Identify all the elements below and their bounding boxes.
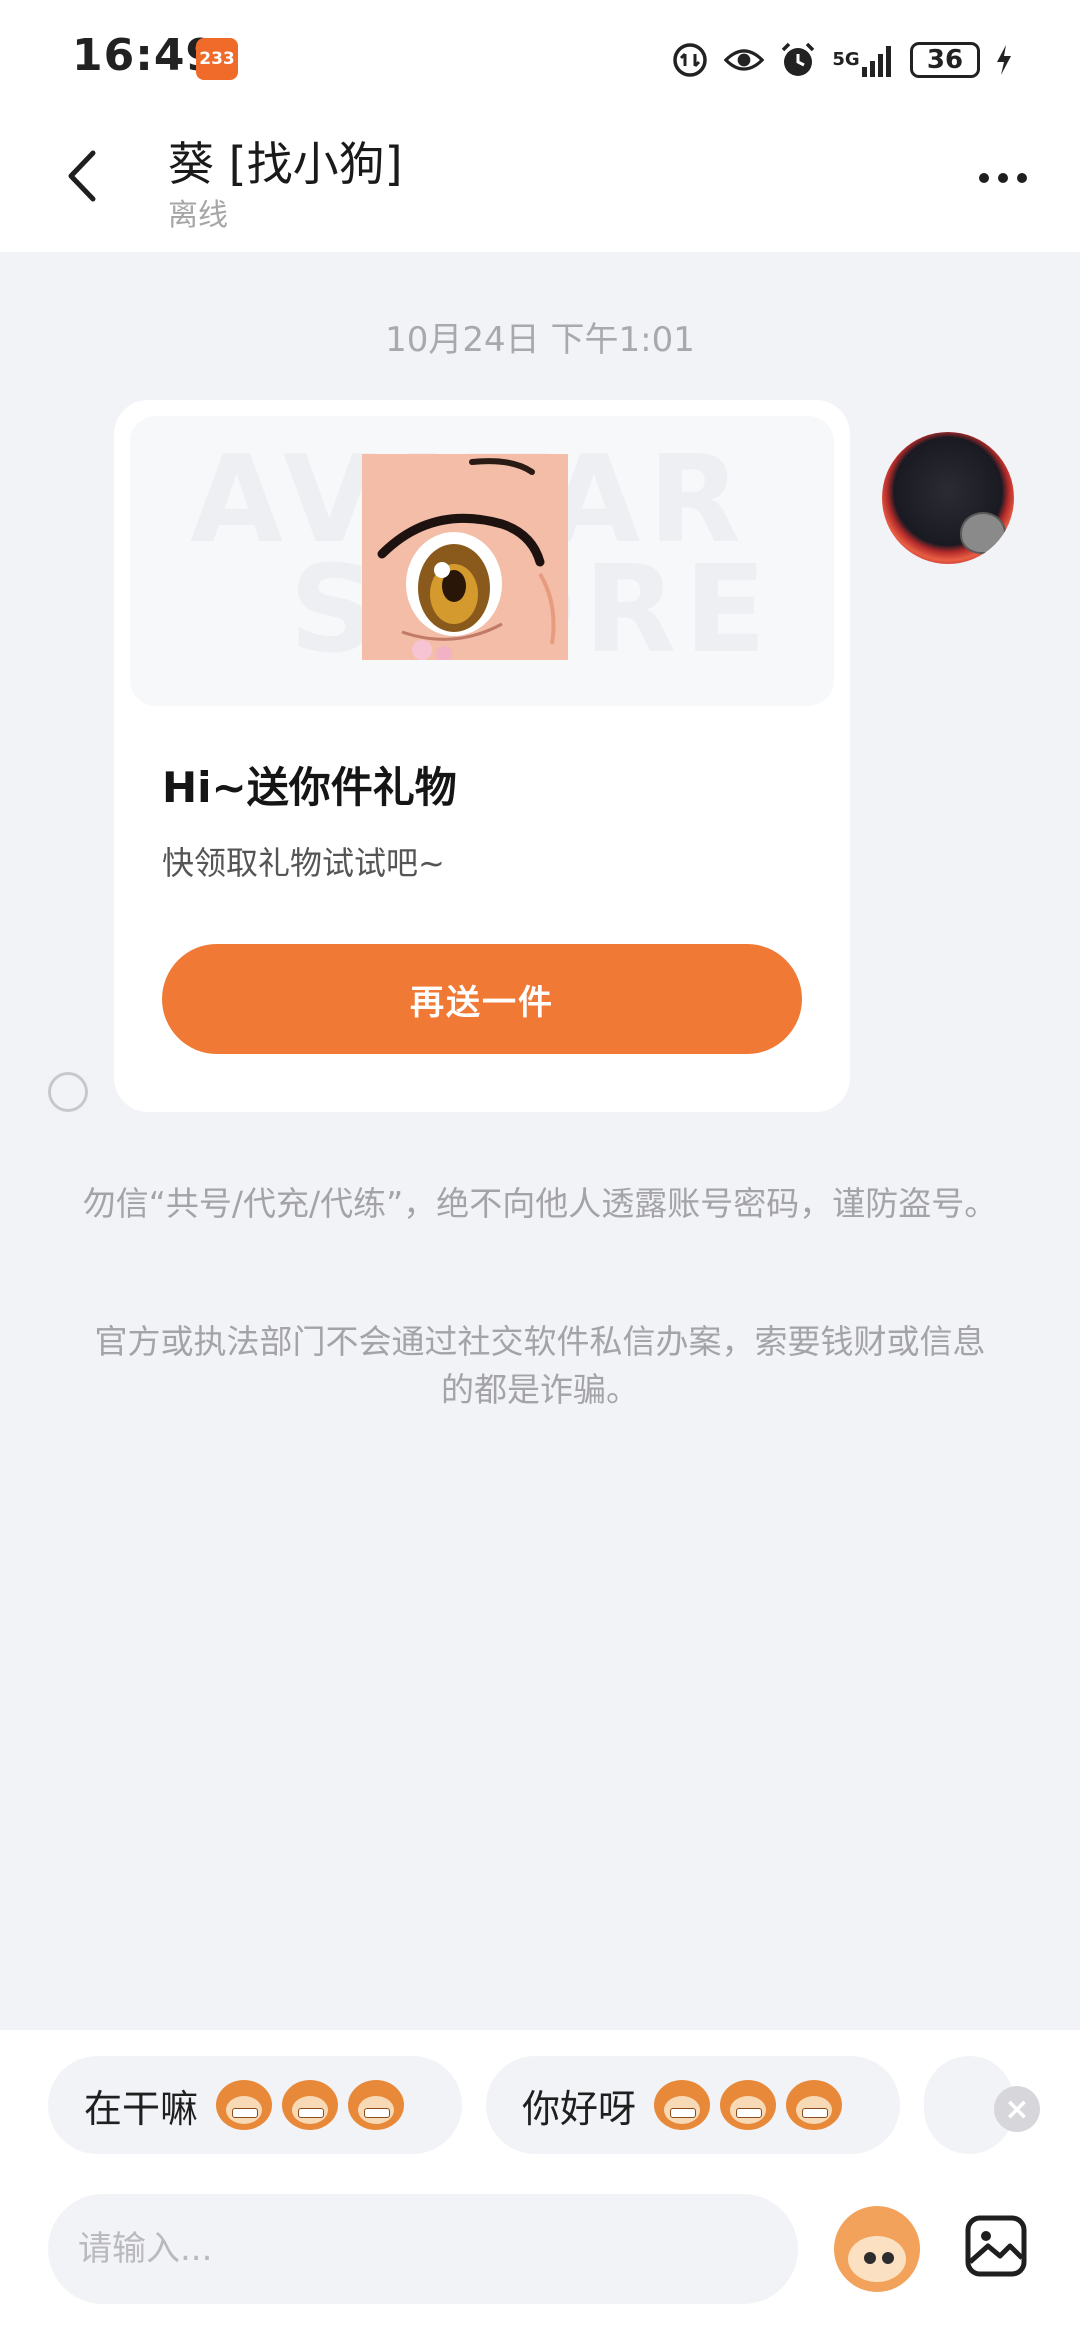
monkey-eye-icon [882, 2252, 894, 2264]
avatar[interactable] [882, 432, 1014, 564]
status-bar: 16:49 233 5G 36 [0, 0, 1080, 118]
quick-reply-chip[interactable]: 你好呀 [486, 2056, 900, 2154]
more-dot-icon [998, 173, 1008, 183]
send-again-button[interactable]: 再送一件 [162, 944, 802, 1054]
image-icon [965, 2215, 1027, 2277]
data-saver-icon [670, 40, 710, 80]
monkey-face-icon [848, 2236, 906, 2282]
message-timestamp: 10月24日 下午1:01 [385, 320, 695, 360]
battery-indicator: 36 [910, 42, 980, 78]
emoji-sticker-button[interactable] [834, 2206, 920, 2292]
fraud-warning: 官方或执法部门不会通过社交软件私信办案，索要钱财或信息的都是诈骗。 [94, 1322, 986, 1409]
message-select-radio[interactable] [48, 1072, 88, 1112]
wave-monkey-emoji-icon [720, 2080, 777, 2130]
back-button[interactable] [50, 144, 114, 208]
image-button[interactable] [960, 2210, 1032, 2282]
gift-subtitle: 快领取礼物试试吧~ [162, 844, 445, 882]
more-dot-icon [979, 173, 989, 183]
quick-reply-label: 你好呀 [522, 2086, 637, 2131]
security-warning: 勿信“共号/代充/代练”，绝不向他人透露账号密码，谨防盗号。 [82, 1184, 998, 1223]
wave-monkey-emoji-icon [786, 2080, 843, 2130]
chat-header: 葵 [找小狗] 离线 [0, 118, 1080, 252]
anime-eye-icon [362, 454, 568, 660]
message-input[interactable] [48, 2194, 798, 2304]
close-icon: × [1004, 2091, 1030, 2127]
monkey-eye-icon [864, 2252, 876, 2264]
contact-status: 离线 [168, 198, 228, 233]
grin-monkey-emoji-icon [348, 2080, 405, 2130]
eye-icon [724, 40, 764, 80]
charging-icon [994, 40, 1014, 80]
network-type: 5G [832, 49, 860, 70]
wave-monkey-emoji-icon [654, 2080, 711, 2130]
contact-name[interactable]: 葵 [找小狗] [168, 128, 403, 194]
chevron-left-icon [68, 150, 96, 202]
signal-icon: 5G [832, 40, 896, 80]
quick-reply-label: 在干嘛 [84, 2086, 199, 2131]
more-dot-icon [1017, 173, 1027, 183]
gift-item-image[interactable] [362, 454, 568, 660]
quick-reply-chip[interactable]: 在干嘛 [48, 2056, 462, 2154]
close-quick-replies-button[interactable]: × [994, 2086, 1040, 2132]
avatar-cat-icon [960, 512, 1006, 554]
grin-monkey-emoji-icon [282, 2080, 339, 2130]
bottom-panel: 在干嘛 你好呀 [0, 2030, 1080, 2340]
more-options-button[interactable] [968, 158, 1038, 198]
top-bar: 16:49 233 5G 36 葵 [找小狗] 离线 [0, 0, 1080, 252]
status-icons: 5G 36 [670, 36, 1014, 84]
alarm-icon [778, 40, 818, 80]
notification-badge: 233 [196, 38, 238, 80]
gift-title: Hi~送你件礼物 [162, 763, 457, 812]
grin-monkey-emoji-icon [216, 2080, 273, 2130]
